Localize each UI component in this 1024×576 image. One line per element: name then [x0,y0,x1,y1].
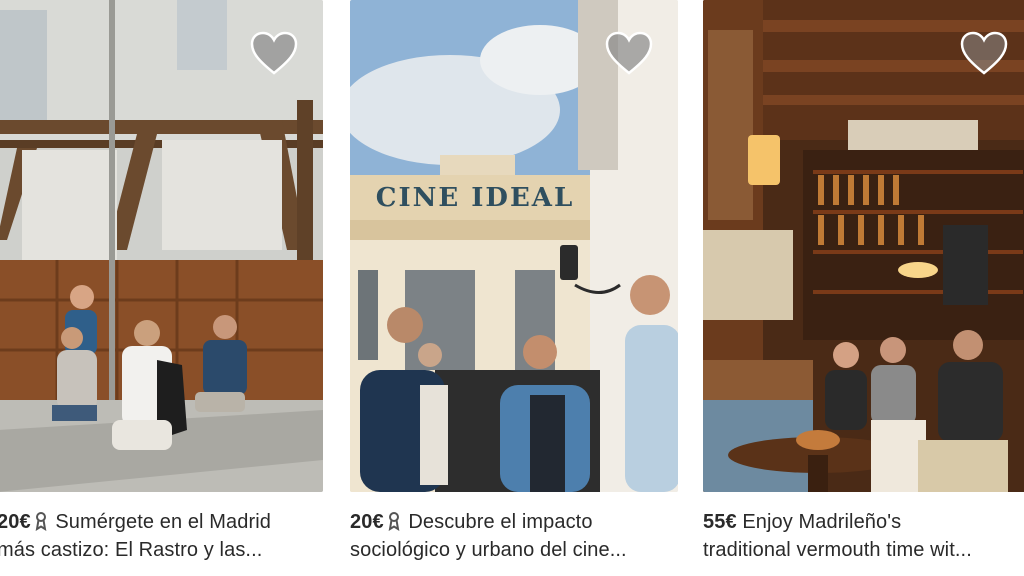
experience-card-1[interactable]: 20€ Sumérgete en el Madrid más castizo: … [0,0,323,564]
experience-title-line1: Sumérgete en el Madrid [55,511,271,533]
price-label: 20€ [0,511,31,533]
ribbon-icon [387,511,401,531]
experience-caption-1[interactable]: 20€ Sumérgete en el Madrid más castizo: … [0,508,323,564]
experience-title-line2: traditional vermouth time wit... [703,539,972,561]
experience-card-3[interactable]: 55€ Enjoy Madrileño's traditional vermou… [703,0,1024,564]
favorite-heart-icon[interactable] [249,30,299,76]
experience-photo-2[interactable]: CINE IDEAL [350,0,678,492]
experience-title-line2: sociológico y urbano del cine... [350,539,627,561]
ribbon-icon [34,511,48,531]
experience-title-line1: Enjoy Madrileño's [742,511,902,533]
experience-caption-3[interactable]: 55€ Enjoy Madrileño's traditional vermou… [703,508,1024,564]
experience-card-2[interactable]: CINE IDEAL 20€ Descubre el impacto socio… [350,0,678,564]
cinema-sign-text: CINE IDEAL [376,183,574,213]
experience-caption-2[interactable]: 20€ Descubre el impacto sociológico y ur… [350,508,678,564]
experience-title-line1: Descubre el impacto [408,511,593,533]
favorite-heart-icon[interactable] [604,30,654,76]
experience-photo-3[interactable] [703,0,1024,492]
price-label: 55€ [703,511,737,533]
experience-photo-1[interactable] [0,0,323,492]
experience-title-line2: más castizo: El Rastro y las... [0,539,263,561]
price-label: 20€ [350,511,384,533]
favorite-heart-icon[interactable] [959,30,1009,76]
